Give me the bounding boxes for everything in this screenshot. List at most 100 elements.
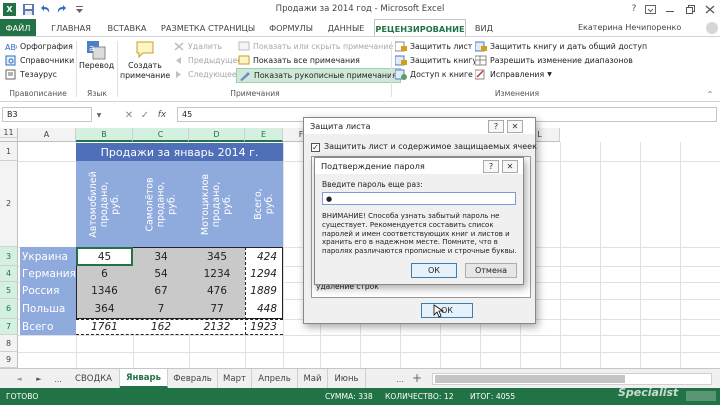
data-cell[interactable]: 6 xyxy=(76,266,133,282)
row-header-5[interactable]: 5 xyxy=(0,282,18,299)
delete-comment-button[interactable]: Удалить xyxy=(173,41,222,52)
column-title-cell[interactable]: Мотоциклов продано, руб. xyxy=(189,161,245,247)
sheet-more-right[interactable]: ... xyxy=(394,373,406,385)
tab-view[interactable]: ВИД xyxy=(471,19,497,37)
translate-button[interactable]: a Перевод xyxy=(79,39,114,71)
tab-page-layout[interactable]: РАЗМЕТКА СТРАНИЦЫ xyxy=(158,19,258,37)
namebox-dropdown-icon[interactable]: ▼ xyxy=(95,110,103,120)
data-cell[interactable]: 34 xyxy=(133,247,189,266)
column-header-d[interactable]: D xyxy=(189,128,245,142)
confirm-cancel-button[interactable]: Отмена xyxy=(465,263,517,278)
row-header-3[interactable]: 3 xyxy=(0,247,18,266)
confirm-ok-button[interactable]: ОК xyxy=(411,263,457,278)
data-cell[interactable]: 345 xyxy=(189,247,245,266)
tab-home[interactable]: ГЛАВНАЯ xyxy=(46,19,96,37)
protect-dialog-help-button[interactable]: ? xyxy=(488,120,504,133)
row-header-8[interactable]: 8 xyxy=(0,335,18,352)
insert-function-button[interactable]: fx xyxy=(153,108,171,122)
avatar[interactable] xyxy=(706,22,718,34)
protect-workbook-button[interactable]: Защитить книгу xyxy=(395,55,477,66)
confirm-dialog-help-button[interactable]: ? xyxy=(483,160,499,173)
protect-dialog-close-button[interactable]: ✕ xyxy=(507,120,523,133)
column-header-e[interactable]: E xyxy=(245,128,283,142)
country-label[interactable]: Польша xyxy=(20,299,76,319)
allow-ranges-button[interactable]: Разрешить изменение диапазонов xyxy=(475,55,633,66)
column-title-cell[interactable]: Всего, руб. xyxy=(245,161,283,247)
row-header-11[interactable]: 11 xyxy=(0,128,18,138)
show-ink-button[interactable]: Показать рукописные примечания xyxy=(236,68,401,83)
thesaurus-button[interactable]: Тезаурус xyxy=(5,69,57,80)
show-hide-comment-button[interactable]: Показать или скрыть примечание xyxy=(238,41,393,52)
data-cell[interactable]: 1294 xyxy=(245,266,283,282)
row-header-9[interactable]: 9 xyxy=(0,352,18,368)
protect-and-share-button[interactable]: Защитить книгу и дать общий доступ xyxy=(475,41,647,52)
column-title-cell[interactable]: Самолётов продано, руб. xyxy=(133,161,189,247)
row-header-2[interactable]: 2 xyxy=(0,161,18,247)
sheet-tab-2[interactable]: Январь xyxy=(120,369,168,388)
sheet-tab-1[interactable]: СВОДКА xyxy=(68,369,120,388)
zoom-slider[interactable] xyxy=(686,391,716,401)
cancel-entry-icon[interactable]: ✕ xyxy=(123,108,135,122)
tab-review[interactable]: РЕЦЕНЗИРОВАНИЕ xyxy=(374,19,466,37)
country-label[interactable]: Германия xyxy=(20,266,76,282)
show-all-comments-button[interactable]: Показать все примечания xyxy=(238,55,360,66)
share-workbook-button[interactable]: Доступ к книге xyxy=(395,69,473,80)
data-cell[interactable]: 7 xyxy=(133,299,189,319)
minimize-icon[interactable] xyxy=(662,2,678,16)
protect-ok-button[interactable]: ОК xyxy=(421,303,473,318)
restore-icon[interactable] xyxy=(682,2,698,16)
sheet-tab-6[interactable]: Май xyxy=(298,369,328,388)
ribbon-display-icon[interactable] xyxy=(642,2,658,16)
horizontal-scrollbar[interactable] xyxy=(432,373,712,385)
table-title[interactable]: Продажи за январь 2014 г. xyxy=(76,143,283,161)
total-row-label[interactable]: Всего xyxy=(20,319,76,335)
protect-checkbox[interactable]: ✓ xyxy=(311,143,320,152)
name-box[interactable]: B3 xyxy=(2,107,92,122)
data-cell[interactable]: 1346 xyxy=(76,282,133,299)
country-label[interactable]: Россия xyxy=(20,282,76,299)
data-cell[interactable]: 1234 xyxy=(189,266,245,282)
column-header-c[interactable]: C xyxy=(133,128,189,142)
tab-data[interactable]: ДАННЫЕ xyxy=(324,19,368,37)
data-cell[interactable]: 364 xyxy=(76,299,133,319)
protect-sheet-button[interactable]: Защитить лист xyxy=(395,41,472,52)
collapse-ribbon-icon[interactable]: ⌃ xyxy=(704,89,716,99)
row-header-1[interactable]: 1 xyxy=(0,142,18,161)
tab-insert[interactable]: ВСТАВКА xyxy=(102,19,152,37)
data-cell[interactable]: 54 xyxy=(133,266,189,282)
column-header-a[interactable]: A xyxy=(18,128,76,142)
data-cell[interactable]: 77 xyxy=(189,299,245,319)
research-button[interactable]: Справочники xyxy=(5,55,74,66)
data-cell[interactable]: 1889 xyxy=(245,282,283,299)
confirm-dialog-close-button[interactable]: ✕ xyxy=(502,160,518,173)
data-cell[interactable]: 67 xyxy=(133,282,189,299)
new-comment-button[interactable]: Создать примечание xyxy=(120,39,170,81)
add-sheet-button[interactable]: + xyxy=(410,371,424,385)
row-header-4[interactable]: 4 xyxy=(0,266,18,282)
sheet-tab-3[interactable]: Февраль xyxy=(168,369,218,388)
sheet-prev-button[interactable]: ◄ xyxy=(14,373,24,385)
help-button[interactable]: ? xyxy=(626,2,642,16)
data-cell[interactable]: 448 xyxy=(245,299,283,319)
scrollbar-thumb[interactable] xyxy=(435,375,625,383)
sheet-next-button[interactable]: ► xyxy=(34,373,44,385)
sheet-tab-4[interactable]: Март xyxy=(218,369,252,388)
tab-file[interactable]: ФАЙЛ xyxy=(0,19,36,37)
data-cell[interactable]: 424 xyxy=(245,247,283,266)
country-label[interactable]: Украина xyxy=(20,247,76,266)
sheet-tab-5[interactable]: Апрель xyxy=(252,369,298,388)
data-cell[interactable]: 476 xyxy=(189,282,245,299)
password-input[interactable]: ● xyxy=(322,192,516,205)
sheet-tab-7[interactable]: Июнь xyxy=(328,369,366,388)
row-header-7[interactable]: 7 xyxy=(0,319,18,335)
previous-comment-button[interactable]: Предыдущее xyxy=(173,55,242,66)
track-changes-button[interactable]: Исправления ▼ xyxy=(475,69,552,80)
column-title-cell[interactable]: Автомобилей продано, руб. xyxy=(76,161,133,247)
row-header-6[interactable]: 6 xyxy=(0,299,18,319)
confirm-entry-icon[interactable]: ✓ xyxy=(139,108,151,122)
spelling-button[interactable]: ABCОрфография xyxy=(5,41,73,52)
user-name[interactable]: Екатерина Нечипоренко xyxy=(578,23,681,32)
tab-formulas[interactable]: ФОРМУЛЫ xyxy=(263,19,319,37)
column-header-b[interactable]: B xyxy=(76,128,133,142)
close-icon[interactable] xyxy=(702,2,718,16)
